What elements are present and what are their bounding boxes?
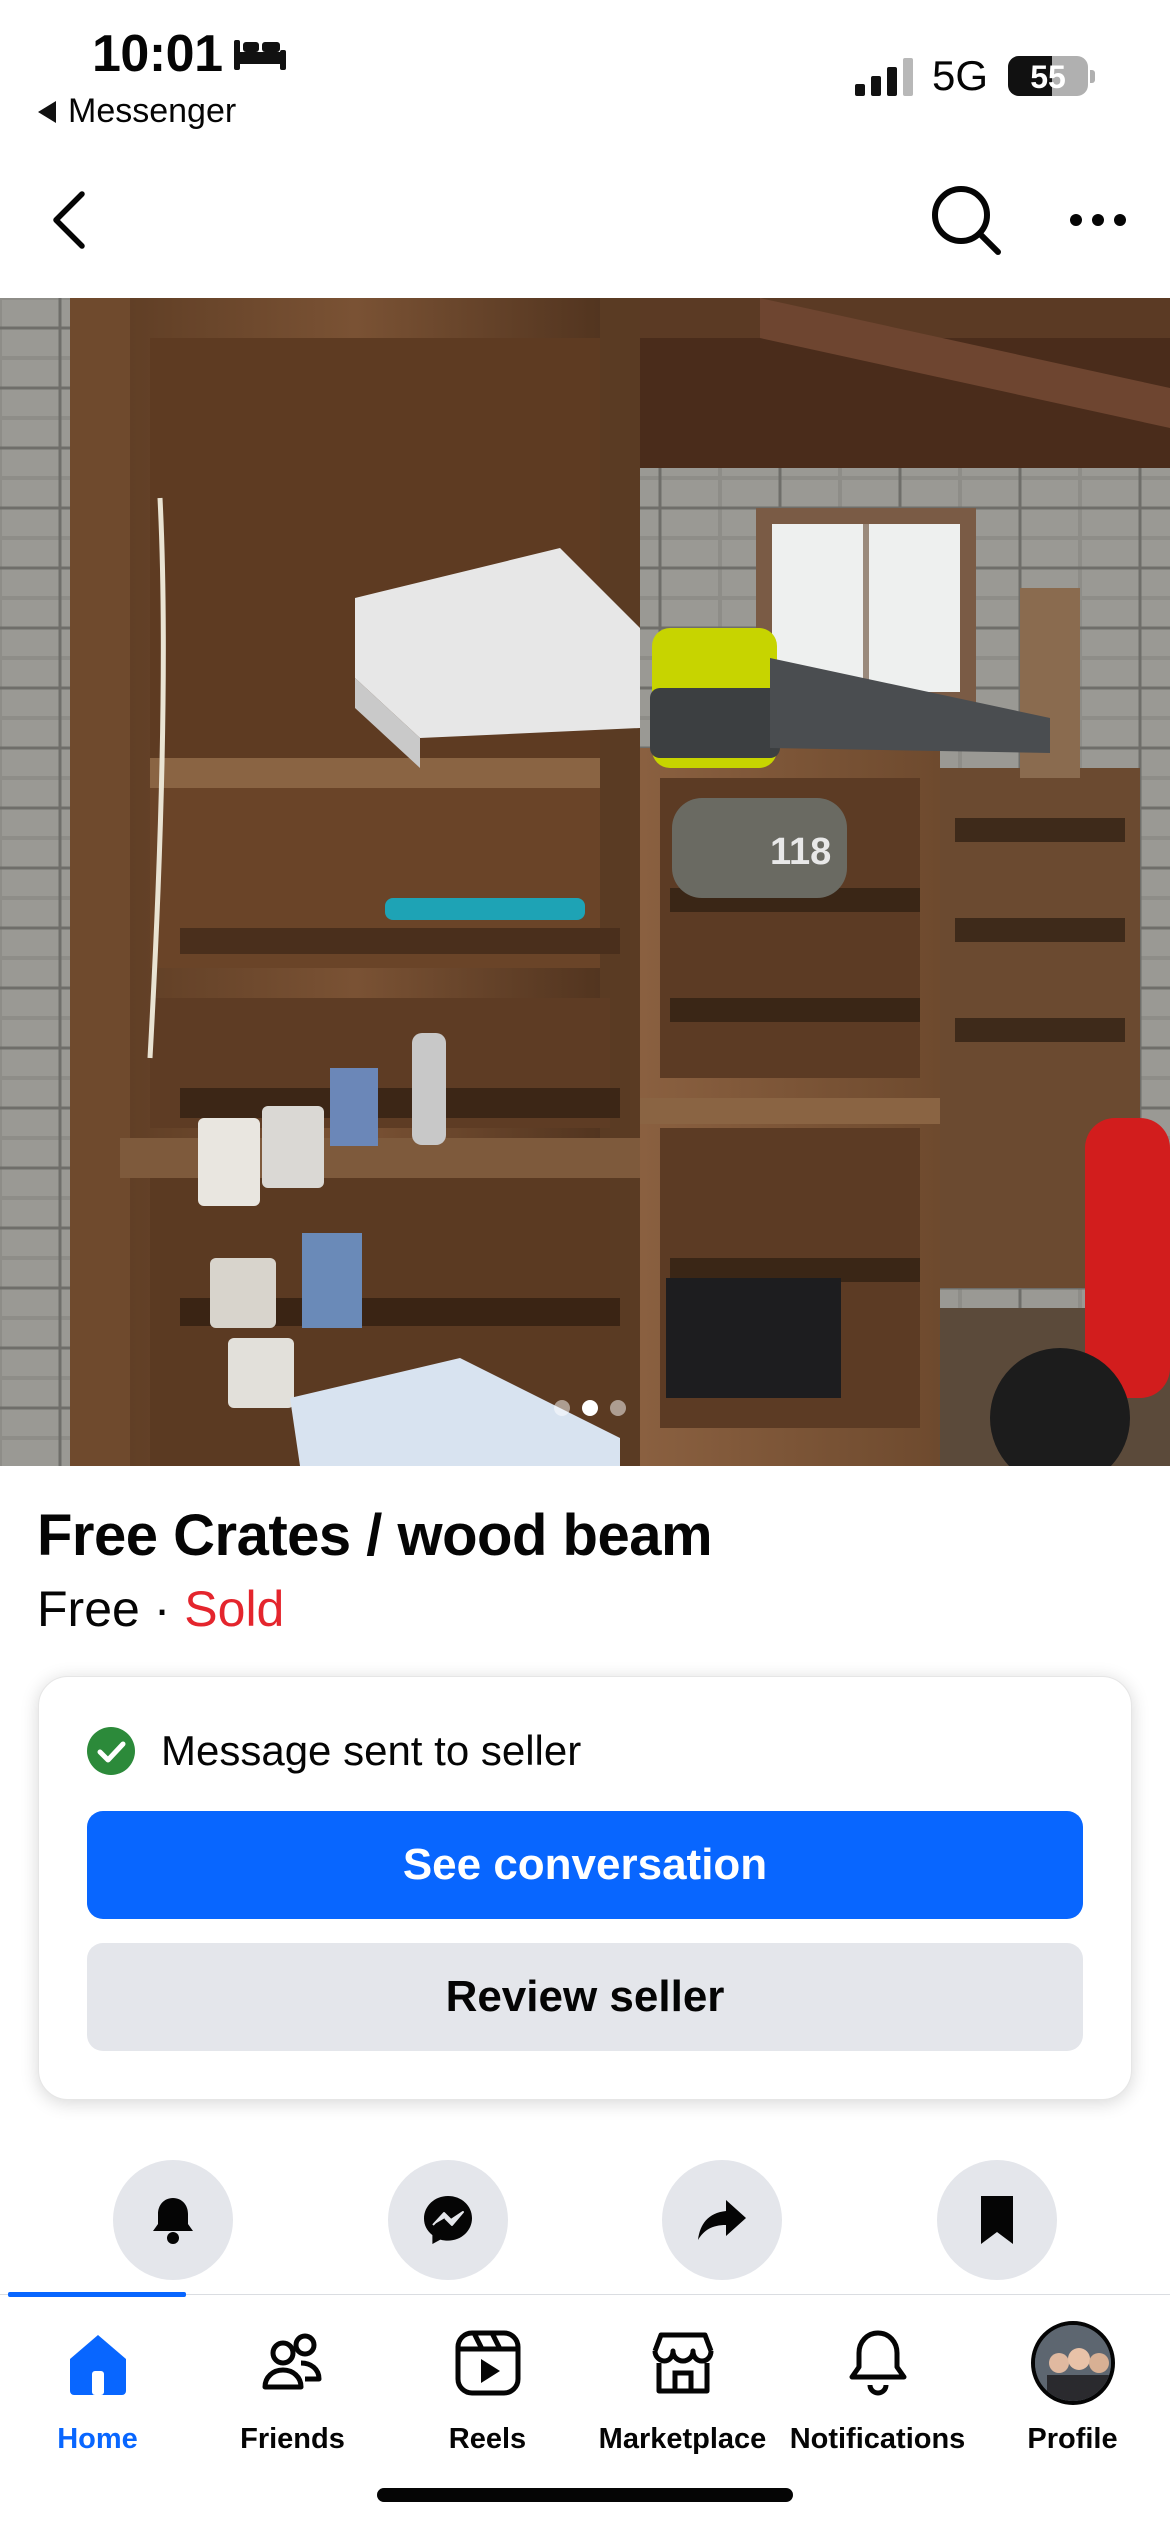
tab-notifications[interactable]: Notifications [780,2295,975,2475]
message-card: Message sent to seller See conversation … [38,1676,1132,2100]
price-line: Free · Sold [37,1580,284,1638]
save-button[interactable] [937,2160,1057,2280]
message-status-row: Message sent to seller [87,1727,581,1775]
tab-friends[interactable]: Friends [195,2295,390,2475]
tab-label-home: Home [57,2423,138,2455]
signal-icon [855,58,913,96]
tab-label-reels: Reels [448,2423,527,2455]
network-label: 5G [932,52,989,99]
bookmark-icon [981,2196,1013,2244]
more-icon[interactable] [1068,202,1128,238]
review-seller-button[interactable]: Review seller [87,1943,1083,2051]
marketplace-icon [652,2332,713,2394]
home-indicator[interactable] [377,2488,793,2502]
notifications-icon [849,2330,906,2396]
listing-photo-image: 118 [0,298,1170,1466]
notify-button[interactable] [113,2160,233,2280]
battery-tip [1090,70,1095,83]
svg-text:118: 118 [770,831,831,873]
back-arrow-icon[interactable] [44,188,96,252]
listing-price: Free [37,1581,140,1637]
back-app-label: Messenger [68,92,237,130]
avatar [1030,2321,1115,2405]
messenger-icon [424,2196,472,2244]
home-icon [69,2335,126,2395]
message-status-text: Message sent to seller [161,1727,582,1774]
carousel-dot-active[interactable] [582,1400,598,1416]
listing-actions [0,2160,1170,2280]
listing-title: Free Crates / wood beam [37,1503,713,1568]
carousel-dot[interactable] [554,1400,570,1416]
listing-status: Sold [184,1581,285,1637]
share-button[interactable] [662,2160,782,2280]
reels-icon [455,2330,520,2396]
back-to-app-link[interactable]: Messenger [38,92,236,131]
status-time: 10:01 [92,25,223,83]
check-circle-icon [87,1727,135,1775]
tab-label-friends: Friends [240,2423,345,2455]
price-separator: · [153,1581,171,1637]
bed-icon [234,40,286,70]
search-icon[interactable] [928,182,1004,258]
tab-home[interactable]: Home [0,2295,195,2475]
battery-level: 55 [1030,59,1066,95]
listing-photo[interactable]: 118 [0,298,1170,1466]
avatar-image [1034,2325,1111,2401]
friends-icon [262,2333,321,2390]
tab-marketplace[interactable]: Marketplace [585,2295,780,2475]
battery-icon: 55 [1008,56,1088,96]
status-bar: 10:01 Messenger 5G 55 [0,0,1170,150]
share-icon [698,2200,746,2240]
back-triangle-icon [38,100,56,123]
message-seller-button[interactable] [388,2160,508,2280]
tab-label-marketplace: Marketplace [598,2423,767,2455]
carousel-dots [10,1400,1170,1416]
tab-profile[interactable]: Profile [975,2295,1170,2475]
tab-label-notifications: Notifications [789,2423,966,2455]
tab-label-profile: Profile [1027,2423,1118,2455]
tab-reels[interactable]: Reels [390,2295,585,2475]
carousel-dot[interactable] [610,1400,626,1416]
bell-icon [153,2198,193,2244]
nav-header [0,150,1170,298]
see-conversation-button[interactable]: See conversation [87,1811,1083,1919]
